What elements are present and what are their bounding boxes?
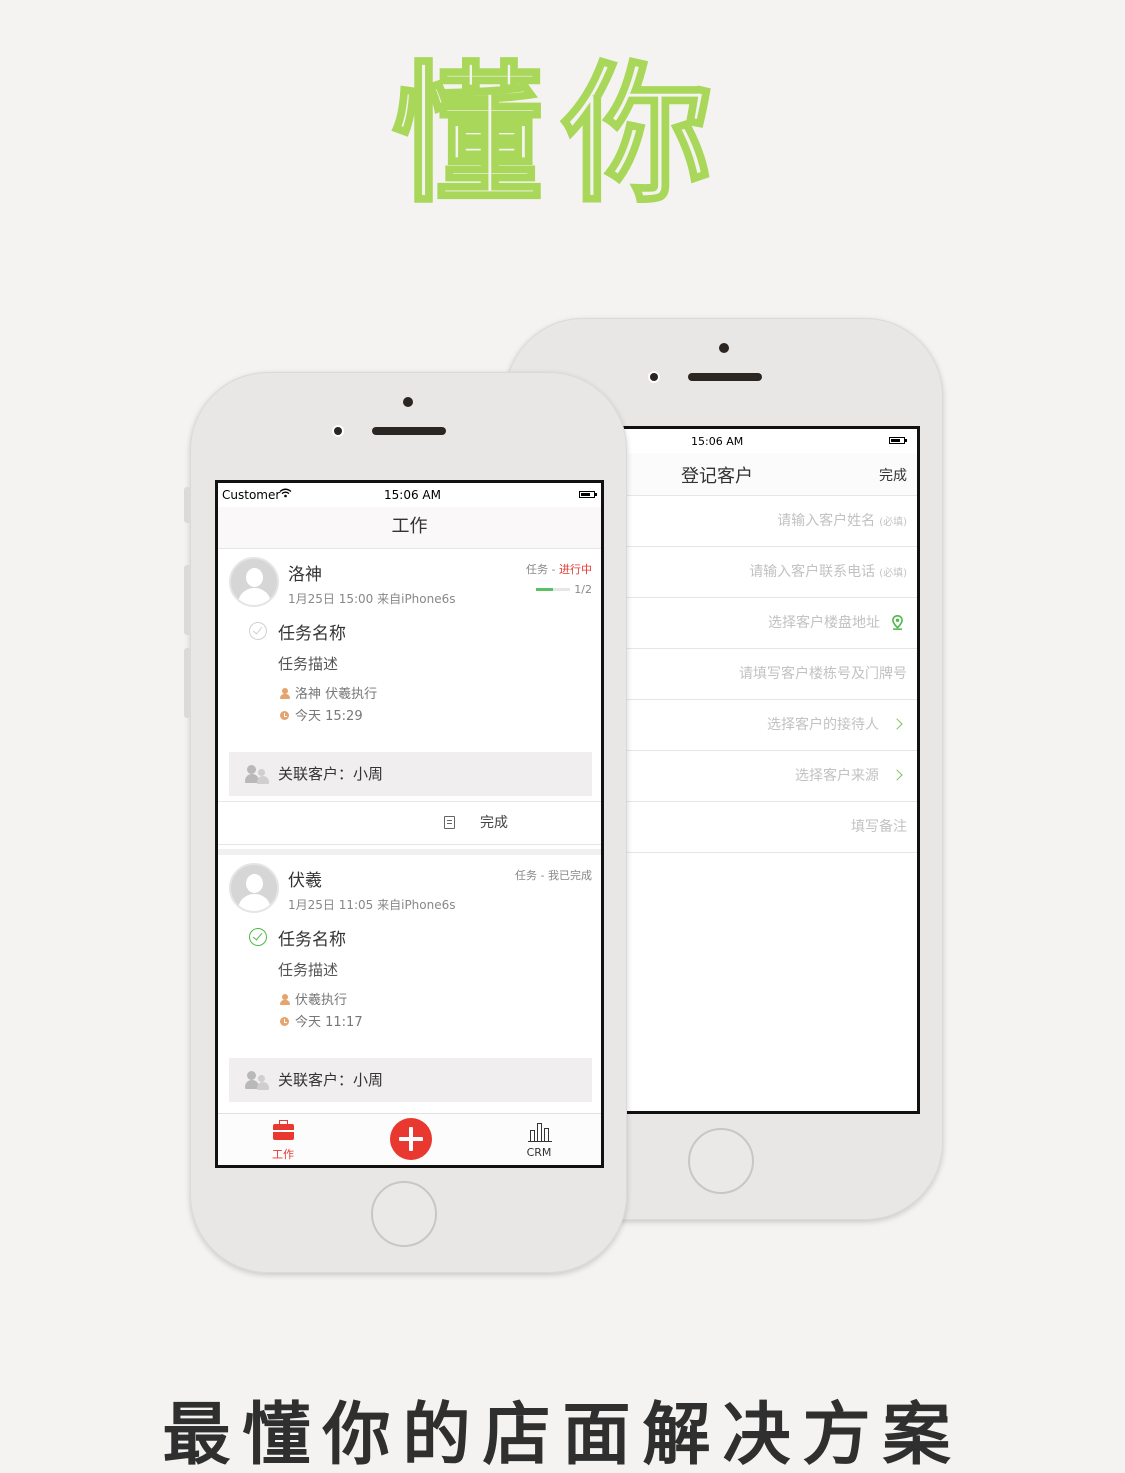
proximity-sensor [650,373,658,381]
due-time-text: 今天 11:17 [295,1015,363,1030]
field-placeholder: 请输入客户姓名 [777,513,876,529]
task-description: 任务描述 [278,655,339,673]
receptionist-select[interactable]: 选择客户的接待人 [623,700,917,751]
done-button[interactable]: 完成 [879,465,907,485]
customer-source-select[interactable]: 选择客户来源 [623,751,917,802]
home-button[interactable] [371,1181,437,1247]
volume-up-button [184,565,191,635]
executor-line: 伏羲执行 [280,989,347,1008]
sender-name: 伏羲 [288,871,322,891]
status-badge: 任务 - 我已完成 [515,867,592,883]
status-bar: 15:06 AM [623,429,917,453]
complete-label: 完成 [480,815,508,831]
field-placeholder: 请填写客户楼栋号及门牌号 [739,666,907,682]
home-button[interactable] [688,1128,754,1194]
nav-bar: 登记客户 完成 [623,453,917,496]
tab-bar: 工作 CRM [218,1113,601,1165]
task-progress: 1/2 [536,583,592,596]
front-phone-mockup: Customer 15:06 AM 工作 洛神 1月25日 15:00 来自iP… [184,372,627,1273]
due-time-text: 今天 15:29 [295,709,363,724]
related-customer-label: 关联客户：小周 [278,1071,384,1089]
page-title: 工作 [218,507,601,549]
briefcase-icon [273,1120,294,1140]
people-icon [245,1071,269,1091]
field-placeholder: 选择客户的接待人 [767,717,879,733]
register-customer-screen: 15:06 AM 登记客户 完成 请输入客户姓名 (必填) 请输入客户联系电话 (必… [623,426,920,1114]
field-placeholder: 选择客户楼盘地址 [768,615,880,631]
hero-title: 懂你 [391,47,733,223]
task-description: 任务描述 [278,961,339,979]
unit-number-field[interactable]: 请填写客户楼栋号及门牌号 [623,649,917,700]
related-customer[interactable]: 关联客户：小周 [229,1058,592,1102]
post-meta: 1月25日 11:05 来自iPhone6s [288,898,456,912]
front-camera [403,397,413,407]
clock-icon [280,711,289,720]
complete-button[interactable]: 完成 [218,801,601,845]
bar-chart-icon [528,1122,552,1142]
battery-icon [889,437,907,444]
task-name: 任务名称 [278,624,346,644]
field-placeholder: 请输入客户联系电话 [749,564,876,580]
user-icon [280,688,290,699]
progress-bar [536,587,571,591]
chevron-right-icon [891,718,903,730]
executor-line: 洛神 伏羲执行 [280,683,377,702]
location-pin-icon[interactable] [892,601,903,651]
progress-count: 1/2 [574,583,592,596]
task-type-label: 任务 - 我已完成 [515,869,592,882]
task-type-label: 任务 - [526,563,559,576]
field-placeholder: 填写备注 [851,819,907,835]
task-checkbox-checked[interactable] [249,928,267,946]
task-card[interactable]: 伏羲 1月25日 11:05 来自iPhone6s 任务 - 我已完成 任务名称… [218,855,601,1121]
earpiece-speaker [688,373,762,381]
due-time-line: 今天 15:29 [280,705,363,724]
executor-text: 洛神 伏羲执行 [295,687,378,702]
status-badge: 任务 - 进行中 [526,561,592,577]
sender-name: 洛神 [288,565,322,585]
battery-icon [579,491,597,498]
task-status-label: 进行中 [559,563,592,576]
clock-icon [280,1017,289,1026]
avatar[interactable] [229,863,279,913]
remarks-field[interactable]: 填写备注 [623,802,917,853]
status-time: 15:06 AM [691,435,744,448]
mute-switch [184,487,191,523]
earpiece-speaker [372,427,446,435]
required-hint: (必填) [879,568,907,579]
task-checkbox[interactable] [249,622,267,640]
status-time: 15:06 AM [384,488,441,502]
work-screen: Customer 15:06 AM 工作 洛神 1月25日 15:00 来自iP… [215,480,604,1168]
progress-fill [536,587,554,591]
people-icon [245,765,269,785]
task-name: 任务名称 [278,930,346,950]
tab-work-label: 工作 [272,1148,294,1161]
customer-phone-field[interactable]: 请输入客户联系电话 (必填) [623,547,917,598]
page-title: 登记客户 [681,466,753,487]
proximity-sensor [334,427,342,435]
related-customer[interactable]: 关联客户：小周 [229,752,592,796]
due-time-line: 今天 11:17 [280,1011,363,1030]
document-icon [444,816,455,829]
required-hint: (必填) [879,517,907,528]
customer-name-field[interactable]: 请输入客户姓名 (必填) [623,496,917,547]
avatar[interactable] [229,557,279,607]
add-button[interactable] [390,1118,432,1160]
field-placeholder: 选择客户来源 [795,768,879,784]
property-address-field[interactable]: 选择客户楼盘地址 [623,598,917,649]
related-customer-label: 关联客户：小周 [278,765,384,783]
user-icon [280,994,290,1005]
executor-text: 伏羲执行 [295,993,348,1008]
task-card[interactable]: 洛神 1月25日 15:00 来自iPhone6s 任务 - 进行中 1/2 任… [218,549,601,849]
tab-crm-label: CRM [526,1146,552,1159]
chevron-right-icon [891,769,903,781]
front-camera [719,343,729,353]
post-meta: 1月25日 15:00 来自iPhone6s [288,592,456,606]
volume-down-button [184,648,191,718]
status-bar: Customer 15:06 AM [218,483,601,507]
wifi-icon [279,487,292,501]
slogan: 最懂你的店面解决方案 [162,1395,963,1473]
carrier-label: Customer [222,488,281,502]
